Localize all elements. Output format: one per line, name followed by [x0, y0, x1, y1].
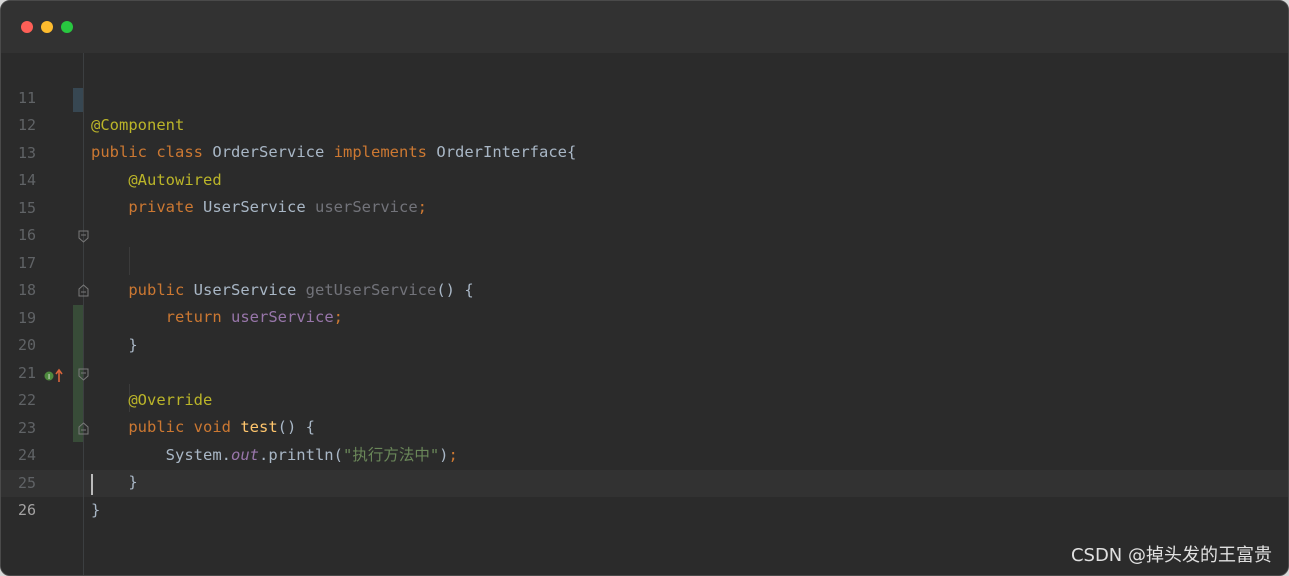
- code-line: 19 }: [1, 278, 1288, 354]
- code-line: 20: [1, 305, 1288, 354]
- code-line: 22 public void test() {: [1, 360, 1288, 436]
- code-line: 14 private UserService userService;: [1, 140, 1288, 216]
- code-editor[interactable]: I 11 @Component 12 public class OrderSer…: [1, 53, 1288, 575]
- closing-brace: }: [91, 501, 101, 519]
- close-window-button[interactable]: [21, 21, 33, 33]
- code-line: 13 @Autowired: [1, 113, 1288, 189]
- code-line: 12 public class OrderService implements …: [1, 85, 1288, 161]
- code-line: 18 return userService;: [1, 250, 1288, 326]
- watermark: CSDN @掉头发的王富贵: [1070, 545, 1272, 566]
- ide-window: I 11 @Component 12 public class OrderSer…: [0, 0, 1289, 576]
- code-line: 23 System.out.println("执行方法中");: [1, 388, 1288, 464]
- code-line: 25 }: [1, 443, 1288, 519]
- maximize-window-button[interactable]: [61, 21, 73, 33]
- code-line: 15: [1, 168, 1288, 217]
- code-line: 21 @Override: [1, 333, 1288, 409]
- code-line-current: 26: [1, 470, 1288, 519]
- minimize-window-button[interactable]: [41, 21, 53, 33]
- code-line: 16: [1, 195, 1288, 244]
- line-number: 26: [17, 501, 36, 519]
- code-line: 17 public UserService getUserService() {: [1, 223, 1288, 299]
- text-caret: [91, 474, 93, 495]
- title-bar: [1, 1, 1288, 53]
- code-line: 24 }: [1, 415, 1288, 491]
- code-line: 11 @Component: [1, 58, 1288, 134]
